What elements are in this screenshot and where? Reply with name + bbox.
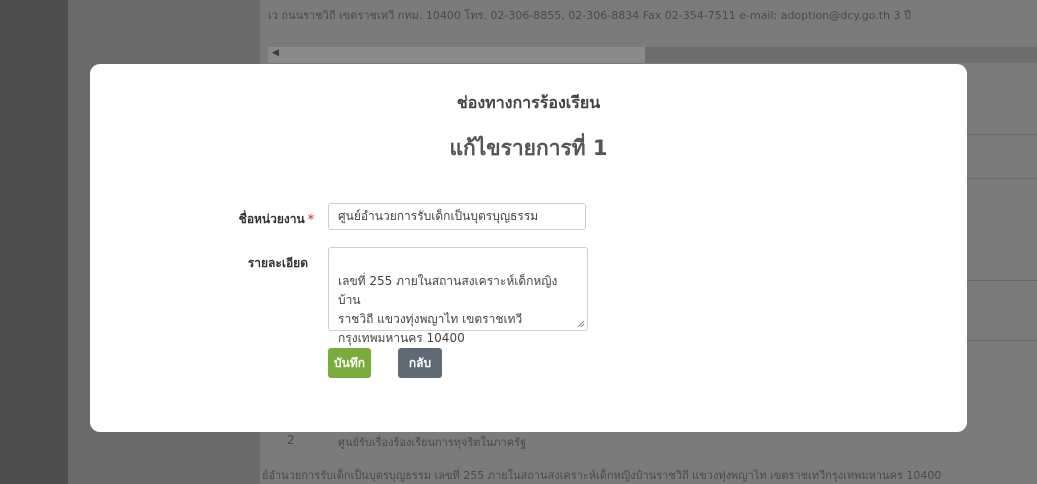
table-divider — [965, 134, 1037, 135]
table-divider — [965, 178, 1037, 179]
table-row-name: ศูนย์รับเรื่องร้องเรียนการทุจริตในภาครัฐ — [338, 436, 527, 449]
table-row-number: 2 — [287, 433, 295, 447]
required-mark: * — [307, 212, 314, 226]
modal-subtitle: ช่องทางการร้องเรียน — [456, 93, 601, 112]
scroll-left-icon[interactable]: ◀ — [272, 48, 279, 58]
detail-text: เลขที่ 255 ภายในสถานสงเคราะห์เด็กหญิงบ้า… — [338, 274, 558, 345]
sidebar — [0, 0, 68, 484]
modal-title: แก้ไขรายการที่ 1 — [449, 136, 608, 160]
edit-modal: ช่องทางการร้องเรียน แก้ไขรายการที่ 1 ชื่… — [90, 64, 967, 432]
table-divider — [965, 340, 1037, 341]
table-divider — [965, 280, 1037, 281]
resize-grip-icon[interactable] — [577, 320, 585, 328]
back-button[interactable]: กลับ — [398, 348, 442, 378]
scrollbar-thumb[interactable] — [645, 47, 1037, 63]
table-row-detail: ย์อำนวยการรับเด็กเป็นบุตรบุญธรรม เลขที่ … — [262, 469, 942, 482]
unit-name-label: ชื่อหน่วยงาน * — [186, 210, 314, 229]
detail-textarea[interactable]: เลขที่ 255 ภายในสถานสงเคราะห์เด็กหญิงบ้า… — [328, 247, 588, 345]
unit-name-label-text: ชื่อหน่วยงาน — [238, 212, 305, 226]
save-button[interactable]: บันทึก — [328, 348, 371, 378]
background-contact-text: เว ถนนราชวิถี เขตราชเทวี กทม. 10400 โทร.… — [268, 9, 911, 22]
unit-name-input[interactable]: ศูนย์อำนวยการรับเด็กเป็นบุตรบุญธรรม — [328, 203, 586, 230]
detail-label: รายละเอียด — [247, 256, 308, 270]
